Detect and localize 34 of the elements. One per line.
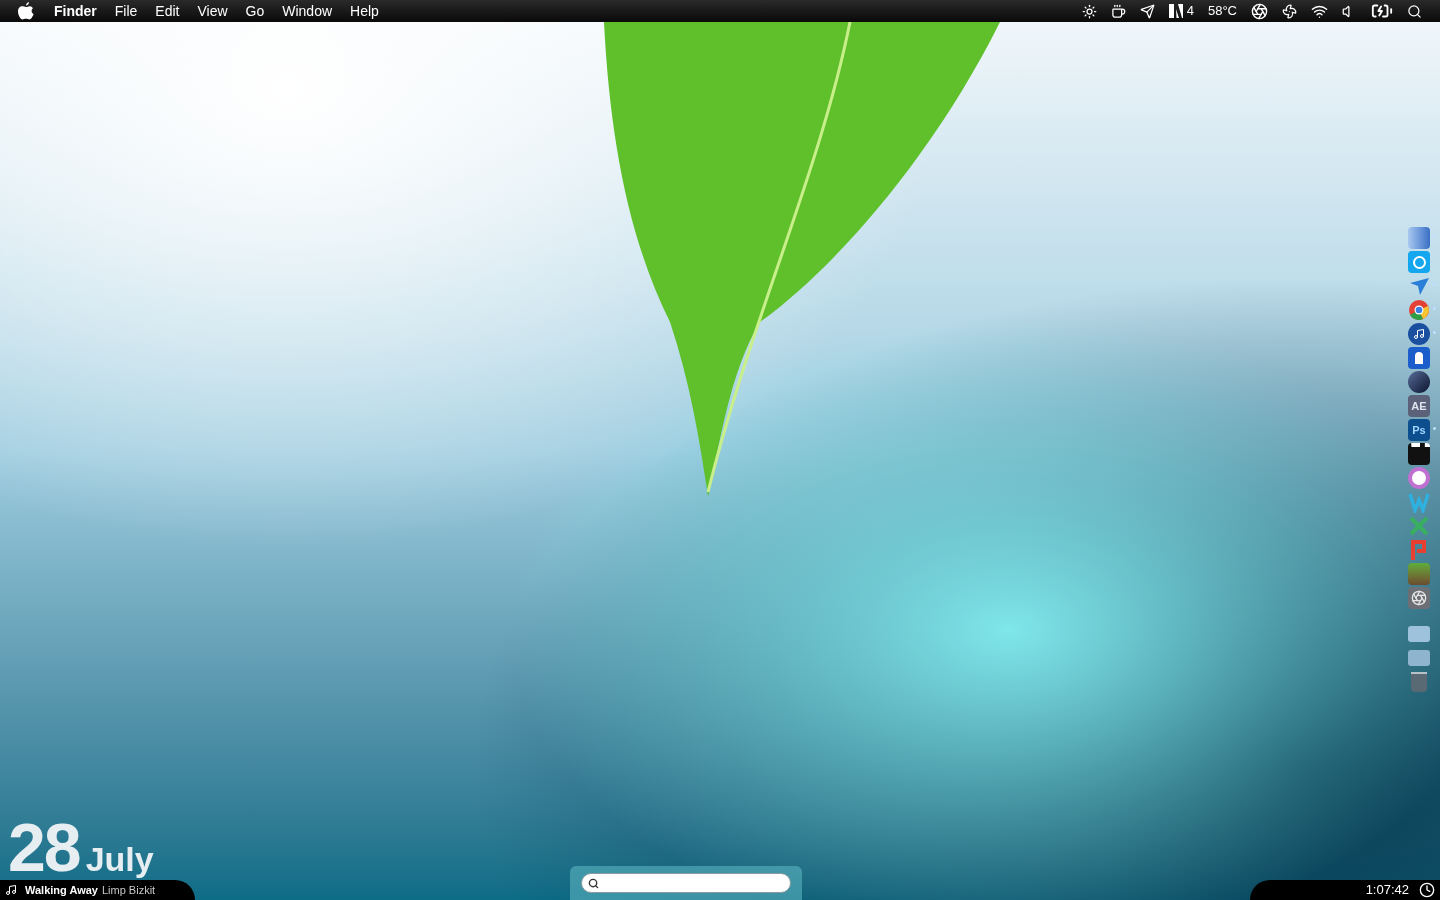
update-count[interactable]: 4 bbox=[1186, 1, 1194, 21]
grass-block-icon[interactable] bbox=[1408, 563, 1430, 585]
paper-plane-icon[interactable] bbox=[1139, 3, 1155, 19]
track-artist: Limp Bizkit bbox=[101, 882, 156, 898]
clapperboard-icon[interactable] bbox=[1408, 443, 1430, 465]
menu-item[interactable]: File bbox=[114, 0, 138, 22]
temperature-reading[interactable]: 58°C bbox=[1207, 1, 1237, 21]
fan-icon[interactable] bbox=[1282, 3, 1297, 19]
app-icon[interactable]: AE bbox=[1408, 395, 1430, 417]
menu-item[interactable]: Edit bbox=[155, 0, 180, 22]
search-icon bbox=[587, 877, 599, 889]
dial-icon[interactable] bbox=[1251, 2, 1268, 20]
app-icon[interactable]: Ps bbox=[1408, 419, 1430, 441]
menu-item[interactable]: View bbox=[197, 0, 228, 22]
track-title: Walking Away bbox=[25, 882, 98, 898]
music-note-icon[interactable] bbox=[5, 884, 17, 896]
apple-logo-icon[interactable] bbox=[18, 2, 34, 20]
menu-item[interactable]: Window bbox=[282, 0, 333, 22]
menu-item[interactable]: Go bbox=[245, 0, 265, 22]
date-day: 28 bbox=[8, 818, 80, 876]
coffee-cup-icon[interactable] bbox=[1110, 3, 1126, 19]
search-icon[interactable] bbox=[1407, 3, 1422, 19]
date-month: July bbox=[85, 842, 154, 876]
clock-icon[interactable] bbox=[1419, 882, 1435, 898]
clock-time: 1:07:42 bbox=[1365, 881, 1409, 900]
browser-ball-icon[interactable] bbox=[1408, 299, 1430, 321]
adobe-logo-icon[interactable] bbox=[1168, 4, 1183, 18]
brightness-icon[interactable] bbox=[1081, 3, 1097, 19]
gear-icon[interactable] bbox=[1408, 587, 1430, 609]
music-note-icon[interactable] bbox=[1408, 323, 1430, 345]
app-menu[interactable]: Finder bbox=[54, 0, 97, 22]
menu-item[interactable]: Help bbox=[350, 0, 379, 22]
search-field[interactable] bbox=[580, 873, 791, 893]
trash-icon[interactable] bbox=[1411, 672, 1427, 692]
